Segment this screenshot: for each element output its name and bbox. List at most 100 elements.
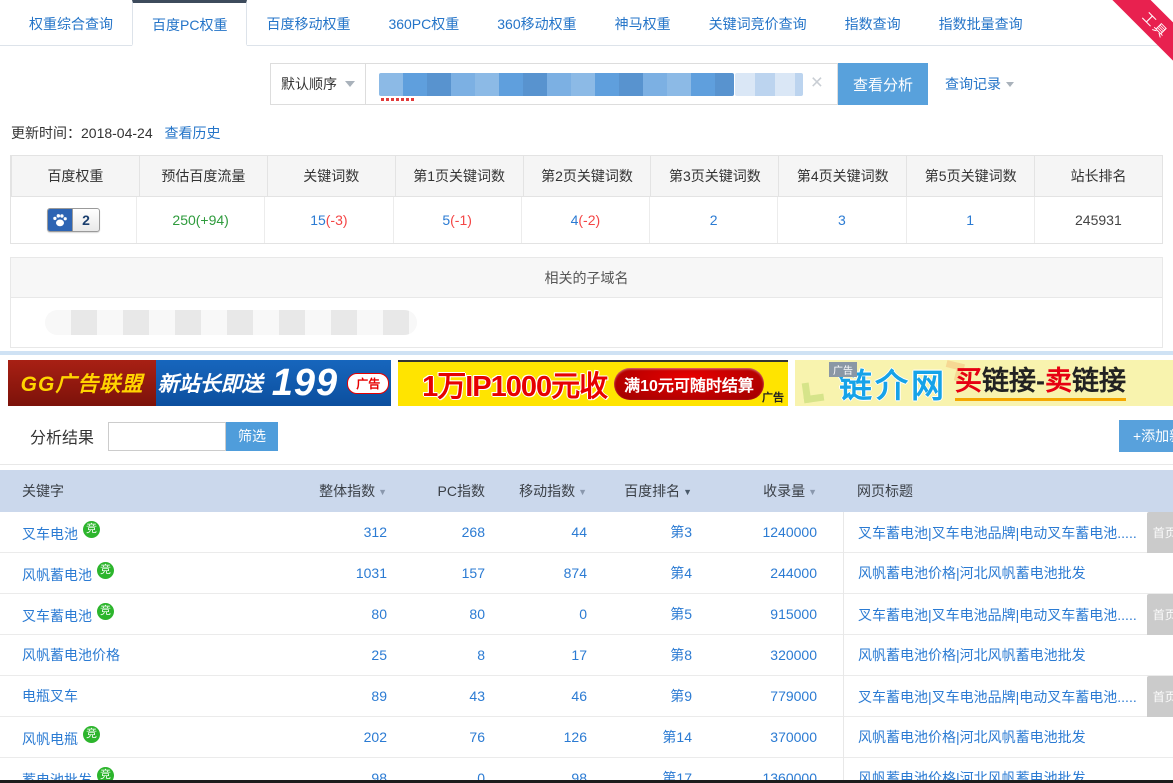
page-title-link[interactable]: 叉车蓄电池|叉车电池品牌|电动叉车蓄电池..... (858, 525, 1137, 541)
spellcheck-underline (381, 98, 415, 101)
overall-index-value[interactable]: 89 (371, 688, 387, 704)
keyword-link[interactable]: 叉车电池 (22, 526, 78, 542)
mobile-index-value[interactable]: 46 (571, 688, 587, 704)
mobile-index-value[interactable]: 44 (571, 524, 587, 540)
tab[interactable]: 关键词竞价查询 (690, 0, 826, 45)
column-header-indexed-count[interactable]: 收录量▼ (692, 481, 817, 501)
filter-button[interactable]: 筛选 (226, 422, 278, 451)
mobile-index-value[interactable]: 126 (564, 729, 587, 745)
mobile-index-value[interactable]: 874 (564, 565, 587, 581)
keyword-link[interactable]: 风帆电瓶 (22, 731, 78, 747)
indexed-count-value[interactable]: 779000 (770, 688, 817, 704)
baidu-rank-value[interactable]: 第3 (670, 524, 692, 540)
mobile-index-value[interactable]: 17 (571, 647, 587, 663)
pc-index-value[interactable]: 268 (462, 524, 485, 540)
result-row: 电瓶叉车竞 89 43 46 第9 779000 叉车蓄电池|叉车电池品牌|电动… (0, 676, 1173, 717)
sort-arrow-icon[interactable]: ▼ (378, 487, 387, 497)
summary-value-cell[interactable]: 2 (649, 197, 777, 243)
indexed-count-value[interactable]: 370000 (770, 729, 817, 745)
column-header-baidu-rank[interactable]: 百度排名▼ (587, 481, 692, 501)
analyze-button[interactable]: 查看分析 (838, 63, 928, 105)
homepage-badge: 首页 (1147, 676, 1173, 717)
tab[interactable]: 360移动权重 (478, 0, 595, 45)
sort-arrow-icon[interactable]: ▼ (808, 487, 817, 497)
summary-value-cell[interactable]: 1 (906, 197, 1034, 243)
summary-value-cell[interactable]: 3 (777, 197, 905, 243)
mobile-index-value[interactable]: 0 (579, 606, 587, 622)
baidu-weight-cell: 2 (11, 197, 136, 243)
baidu-weight-badge[interactable]: 2 (47, 208, 100, 232)
keyword-link[interactable]: 叉车蓄电池 (22, 608, 92, 624)
ad-lj-text: 买链接-卖链接 (955, 365, 1126, 400)
indexed-count-cell: 1240000 (692, 524, 817, 540)
chevron-down-icon (1006, 82, 1014, 87)
ad-lj-link2: 链接 (1072, 366, 1126, 396)
page-title-link[interactable]: 叉车蓄电池|叉车电池品牌|电动叉车蓄电池..... (858, 689, 1137, 705)
page-title-link[interactable]: 叉车蓄电池|叉车电池品牌|电动叉车蓄电池..... (858, 607, 1137, 623)
page-title-link[interactable]: 风帆蓄电池价格|河北风帆蓄电池批发 (858, 647, 1086, 663)
ad-banner-gg-union[interactable]: GG广告联盟 新站长即送 199 广告 (8, 360, 391, 406)
sort-arrow-icon[interactable]: ▼ (683, 487, 692, 497)
view-history-link[interactable]: 查看历史 (165, 125, 221, 141)
sort-arrow-icon[interactable]: ▼ (578, 487, 587, 497)
ad-banner-link-market[interactable]: 广告 链介网 买链接-卖链接 (795, 360, 1173, 406)
ad-banner-ip-traffic[interactable]: 1万IP1000元收 满10元可随时结算 广告 (398, 360, 788, 406)
keyword-link[interactable]: 风帆蓄电池价格 (22, 647, 120, 663)
baidu-rank-value[interactable]: 第14 (662, 729, 692, 745)
tab[interactable]: 权重综合查询 (10, 0, 132, 45)
keyword-cell: 风帆蓄电池价格竞 (0, 645, 302, 665)
mobile-index-cell: 46 (485, 688, 587, 704)
summary-value-cell[interactable]: 250(+94) (136, 197, 264, 243)
pc-index-value[interactable]: 157 (462, 565, 485, 581)
overall-index-value[interactable]: 25 (371, 647, 387, 663)
summary-main-value: 5 (442, 212, 450, 228)
tab[interactable]: 指数查询 (826, 0, 920, 45)
indexed-count-value[interactable]: 244000 (770, 565, 817, 581)
clear-icon[interactable]: × (811, 72, 823, 93)
pc-index-value[interactable]: 76 (469, 729, 485, 745)
add-keyword-button[interactable]: +添加新词 (1119, 420, 1173, 452)
search-input[interactable]: × (366, 63, 838, 105)
pc-index-value[interactable]: 8 (477, 647, 485, 663)
column-header-mobile-index[interactable]: 移动指数▼ (485, 481, 587, 501)
indexed-count-value[interactable]: 1240000 (762, 524, 817, 540)
summary-value-cell[interactable]: 5(-1) (393, 197, 521, 243)
summary-value-cell[interactable]: 15(-3) (264, 197, 392, 243)
summary-header-cell: 第1页关键词数 (395, 156, 523, 196)
tab[interactable]: 指数批量查询 (920, 0, 1042, 45)
baidu-rank-value[interactable]: 第8 (670, 647, 692, 663)
overall-index-value[interactable]: 1031 (356, 565, 387, 581)
tab[interactable]: 百度PC权重 (132, 0, 247, 46)
result-row: 叉车蓄电池竞 80 80 0 第5 915000 叉车蓄电池|叉车电池品牌|电动… (0, 594, 1173, 635)
tab[interactable]: 百度移动权重 (247, 0, 369, 45)
baidu-rank-value[interactable]: 第9 (670, 688, 692, 704)
baidu-rank-cell: 第5 (587, 604, 692, 624)
column-header-overall-index[interactable]: 整体指数▼ (302, 481, 387, 501)
sort-order-dropdown[interactable]: 默认顺序 (270, 63, 366, 105)
tab[interactable]: 神马权重 (596, 0, 690, 45)
filter-input[interactable] (108, 422, 226, 451)
bid-badge: 竞 (83, 726, 100, 743)
summary-value-cell[interactable]: 4(-2) (521, 197, 649, 243)
indexed-count-value[interactable]: 320000 (770, 647, 817, 663)
pc-index-value[interactable]: 80 (469, 606, 485, 622)
page-title-link[interactable]: 风帆蓄电池价格|河北风帆蓄电池批发 (858, 729, 1086, 745)
section-divider (0, 464, 1173, 465)
overall-index-value[interactable]: 312 (364, 524, 387, 540)
corner-tools-ribbon[interactable]: 工具 (1101, 0, 1173, 72)
tab[interactable]: 360PC权重 (369, 0, 478, 45)
page-title-link[interactable]: 风帆蓄电池价格|河北风帆蓄电池批发 (858, 565, 1086, 581)
mobile-index-cell: 44 (485, 524, 587, 540)
baidu-rank-value[interactable]: 第5 (670, 606, 692, 622)
keyword-link[interactable]: 风帆蓄电池 (22, 567, 92, 583)
summary-value-cell[interactable]: 245931 (1034, 197, 1162, 243)
overall-index-value[interactable]: 202 (364, 729, 387, 745)
pc-index-value[interactable]: 43 (469, 688, 485, 704)
indexed-count-value[interactable]: 915000 (770, 606, 817, 622)
subdomain-panel-title: 相关的子域名 (11, 258, 1162, 298)
overall-index-value[interactable]: 80 (371, 606, 387, 622)
indexed-count-cell: 244000 (692, 565, 817, 581)
baidu-rank-value[interactable]: 第4 (670, 565, 692, 581)
keyword-link[interactable]: 电瓶叉车 (22, 688, 78, 704)
query-history-link[interactable]: 查询记录 (945, 74, 1014, 94)
